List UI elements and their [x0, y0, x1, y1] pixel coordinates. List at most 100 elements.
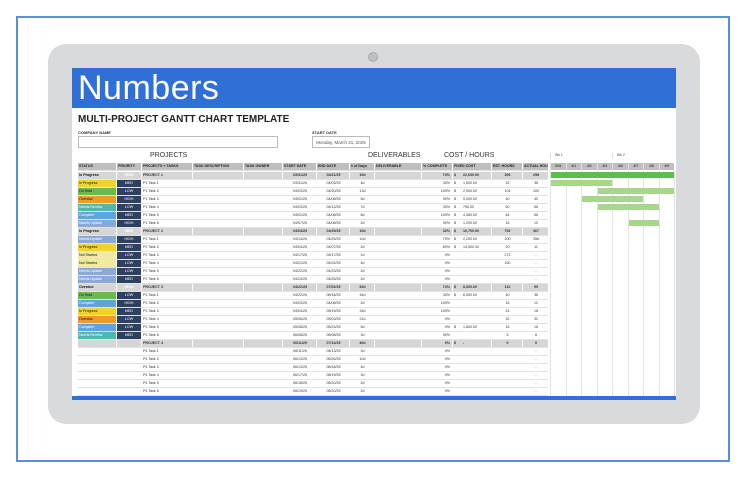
task-row[interactable]: In Progress MED P1 Task 1 03/31/25 04/03/25 4…	[78, 180, 548, 188]
status-cell[interactable]	[78, 340, 116, 347]
status-cell[interactable]: Not Started	[78, 252, 116, 259]
priority-cell[interactable]: HIGH	[117, 220, 141, 227]
priority-cell[interactable]	[117, 340, 141, 347]
task-row[interactable]: Needs Review LOW P1 Task 4 04/03/25 04/12/25…	[78, 204, 548, 212]
task-row[interactable]: Complete MED P1 Task 5 04/02/25 04/08/25 8d 10…	[78, 212, 548, 220]
column-header[interactable]: ACTUAL HOURS	[523, 163, 548, 170]
priority-cell[interactable]: LOW	[117, 204, 141, 211]
company-name-field[interactable]	[78, 136, 278, 148]
priority-cell[interactable]: HIGH	[117, 284, 141, 291]
priority-cell[interactable]: MED	[117, 228, 141, 235]
column-header[interactable]: DELIVERABLE	[375, 163, 421, 170]
task-row[interactable]: Overdue LOW P3 Task 4 05/06/25 05/03/25 21d 0%…	[78, 316, 548, 324]
priority-cell[interactable]: MED	[117, 180, 141, 187]
column-header[interactable]: PRIORITY	[117, 163, 141, 170]
priority-cell[interactable]	[117, 380, 141, 387]
status-cell[interactable]: In Progress	[78, 172, 116, 179]
column-header[interactable]: STATUS	[78, 163, 116, 170]
status-cell[interactable]: Complete	[78, 300, 116, 307]
project-row[interactable]: In Progress HIGH PROJECT 1 03/31/25 04/21/25…	[78, 172, 548, 180]
status-cell[interactable]: Needs Update	[78, 220, 116, 227]
priority-cell[interactable]: LOW	[117, 316, 141, 323]
status-cell[interactable]: Complete	[78, 324, 116, 331]
project-row[interactable]: PROJECT 4 06/11/25 07/14/25 46d 0% $ -0 0	[78, 340, 548, 348]
status-cell[interactable]: Overdue	[78, 316, 116, 323]
priority-cell[interactable]: LOW	[117, 324, 141, 331]
status-cell[interactable]: Needs Update	[78, 236, 116, 243]
column-header[interactable]: TASK DESCRIPTION	[193, 163, 243, 170]
priority-cell[interactable]: MED	[117, 276, 141, 283]
column-header[interactable]: END DATE	[317, 163, 349, 170]
task-row[interactable]: Needs Update MED P2 Task 6 04/24/25 04/25/25…	[78, 276, 548, 284]
status-cell[interactable]: Overdue	[78, 284, 116, 291]
status-cell[interactable]: Needs Update	[78, 268, 116, 275]
status-cell[interactable]	[78, 356, 116, 363]
status-cell[interactable]: Not Started	[78, 260, 116, 267]
column-header[interactable]: START DATE	[283, 163, 316, 170]
task-row[interactable]: Needs Review MED P3 Task 6 06/08/25 06/08/25…	[78, 332, 548, 340]
task-row[interactable]: P4 Task 6 06/19/25 06/20/25 2d 0% -	[78, 388, 548, 396]
status-cell[interactable]: On Hold	[78, 292, 116, 299]
status-cell[interactable]: Needs Review	[78, 204, 116, 211]
status-cell[interactable]: Complete	[78, 212, 116, 219]
project-row[interactable]: In Progress MED PROJECT 2 04/04/25 04/25/25 1…	[78, 228, 548, 236]
status-cell[interactable]	[78, 364, 116, 371]
status-cell[interactable]: Needs Update	[78, 276, 116, 283]
table-cell	[193, 388, 243, 395]
priority-cell[interactable]	[117, 372, 141, 379]
priority-cell[interactable]: HIGH	[117, 300, 141, 307]
task-row[interactable]: P4 Task 2 06/13/25 06/26/25 10d 0% -	[78, 356, 548, 364]
column-header[interactable]: PROJECTS + TASKS	[142, 163, 192, 170]
status-cell[interactable]: In Progress	[78, 180, 116, 187]
task-row[interactable]: Needs Update HIGH P2 Task 1 04/14/25 04/25/2…	[78, 236, 548, 244]
task-row[interactable]: Complete LOW P3 Task 5 05/08/25 05/23/25 5d 0%…	[78, 324, 548, 332]
status-cell[interactable]: On Hold	[78, 188, 116, 195]
priority-cell[interactable]	[117, 388, 141, 395]
priority-cell[interactable]	[117, 364, 141, 371]
start-date-field[interactable]: Monday, March 31, 2025	[312, 136, 370, 148]
column-header[interactable]: % COMPLETE	[422, 163, 452, 170]
status-cell[interactable]	[78, 388, 116, 395]
task-row[interactable]: P4 Task 5 06/18/25 06/20/25 2d 0% -	[78, 380, 548, 388]
task-row[interactable]: Not Started LOW P2 Task 4 04/21/25 04/24/25 4…	[78, 260, 548, 268]
priority-cell[interactable]: HIGH	[117, 172, 141, 179]
task-row[interactable]: P4 Task 3 06/13/25 06/18/25 4d 0% -	[78, 364, 548, 372]
column-header[interactable]: TASK OWNER	[244, 163, 282, 170]
task-row[interactable]: P4 Task 1 06/11/25 06/13/25 3d 0% -	[78, 348, 548, 356]
task-row[interactable]: On Hold LOW P1 Task 2 04/03/25 04/20/25 13d 10…	[78, 188, 548, 196]
priority-cell[interactable]: HIGH	[117, 196, 141, 203]
priority-cell[interactable]: LOW	[117, 252, 141, 259]
column-header[interactable]: # of Days	[350, 163, 374, 170]
task-row[interactable]: Needs Update HIGH P1 Task 6 04/07/25 04/08/2…	[78, 220, 548, 228]
task-row[interactable]: P4 Task 4 06/17/25 06/19/25 3d 0% -	[78, 372, 548, 380]
status-cell[interactable]	[78, 372, 116, 379]
priority-cell[interactable]: LOW	[117, 188, 141, 195]
priority-cell[interactable]: MED	[117, 244, 141, 251]
priority-cell[interactable]: MED	[117, 212, 141, 219]
priority-cell[interactable]: HIGH	[117, 236, 141, 243]
status-cell[interactable]: Overdue	[78, 196, 116, 203]
task-row[interactable]: Complete HIGH P3 Task 2 04/03/25 04/08/25 2d 1…	[78, 300, 548, 308]
priority-cell[interactable]: LOW	[117, 268, 141, 275]
priority-cell[interactable]: LOW	[117, 260, 141, 267]
priority-cell[interactable]	[117, 348, 141, 355]
status-cell[interactable]: In Progress	[78, 308, 116, 315]
column-header[interactable]: EST. HOURS	[492, 163, 522, 170]
priority-cell[interactable]: MED	[117, 308, 141, 315]
task-row[interactable]: Not Started LOW P2 Task 3 04/17/25 04/17/25 1…	[78, 252, 548, 260]
task-row[interactable]: In Progress MED P3 Task 3 04/04/25 05/19/25 3…	[78, 308, 548, 316]
priority-cell[interactable]: MED	[117, 332, 141, 339]
status-cell[interactable]: Needs Review	[78, 332, 116, 339]
priority-cell[interactable]: LOW	[117, 292, 141, 299]
task-row[interactable]: On Hold LOW P3 Task 1 04/22/25 06/18/25 44d 33…	[78, 292, 548, 300]
status-cell[interactable]	[78, 348, 116, 355]
status-cell[interactable]	[78, 380, 116, 387]
status-cell[interactable]: In Progress	[78, 244, 116, 251]
task-row[interactable]: In Progress MED P2 Task 2 04/04/25 04/07/25 2…	[78, 244, 548, 252]
status-cell[interactable]: In Progress	[78, 228, 116, 235]
project-row[interactable]: Overdue HIGH PROJECT 3 04/22/25 07/02/25 52d 7…	[78, 284, 548, 292]
priority-cell[interactable]	[117, 356, 141, 363]
column-header[interactable]: FIXED COST	[453, 163, 491, 170]
task-row[interactable]: Overdue HIGH P1 Task 3 04/02/25 04/08/25 5d 90…	[78, 196, 548, 204]
task-row[interactable]: Needs Update LOW P2 Task 5 04/22/25 04/23/25…	[78, 268, 548, 276]
